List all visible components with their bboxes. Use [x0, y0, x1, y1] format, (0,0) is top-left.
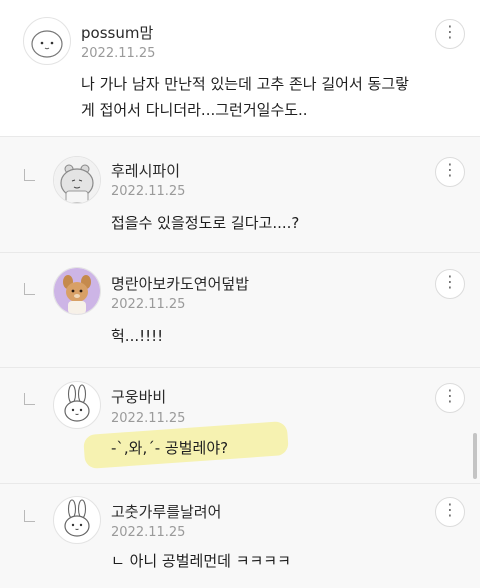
hippo-avatar-icon — [54, 157, 100, 203]
comment-nickname[interactable]: 구웅바비 — [111, 386, 166, 407]
more-options-icon: ⋮ — [442, 272, 458, 291]
reply-indicator-icon — [24, 510, 35, 522]
avatar[interactable] — [53, 156, 101, 204]
avatar[interactable] — [53, 381, 101, 429]
avatar[interactable] — [23, 17, 71, 65]
more-options-icon: ⋮ — [442, 500, 458, 519]
more-options-icon: ⋮ — [442, 22, 458, 41]
more-options-button[interactable]: ⋮ — [435, 157, 465, 187]
comment-text: 접을수 있을정도로 길다고....? — [111, 214, 300, 232]
more-options-icon: ⋮ — [442, 160, 458, 179]
more-options-button[interactable]: ⋮ — [435, 383, 465, 413]
comment-date: 2022.11.25 — [111, 525, 186, 540]
round-face-avatar-icon — [31, 30, 63, 58]
bunny-avatar-icon — [64, 384, 90, 422]
comment-nickname[interactable]: possum맘 — [81, 22, 153, 43]
more-options-button[interactable]: ⋮ — [435, 19, 465, 49]
more-options-button[interactable]: ⋮ — [435, 269, 465, 299]
avatar[interactable] — [53, 496, 101, 544]
scrollbar[interactable] — [473, 433, 477, 479]
comment-text: ㄴ 아니 공벌레먼데 ㅋㅋㅋㅋ — [111, 552, 291, 570]
more-options-button[interactable]: ⋮ — [435, 497, 465, 527]
reply-item: 명란아보카도연어덮밥 2022.11.25 헉...!!!! ⋮ — [0, 253, 480, 367]
comment-item: possum맘 2022.11.25 나 가나 남자 만난적 있는데 고추 존나… — [0, 0, 480, 136]
comment-text: 나 가나 남자 만난적 있는데 고추 존나 길어서 동그랗 — [81, 75, 409, 93]
more-options-icon: ⋮ — [442, 386, 458, 405]
reply-item: 후레시파이 2022.11.25 접을수 있을정도로 길다고....? ⋮ — [0, 137, 480, 252]
comment-nickname[interactable]: 명란아보카도연어덮밥 — [111, 273, 249, 294]
comment-nickname[interactable]: 후레시파이 — [111, 160, 180, 181]
fawn-avatar-icon — [54, 268, 100, 314]
comment-text: 게 접어서 다니더라...그런거일수도.. — [81, 101, 308, 119]
reply-indicator-icon — [24, 393, 35, 405]
comment-date: 2022.11.25 — [111, 184, 186, 199]
avatar[interactable] — [53, 267, 101, 315]
comment-date: 2022.11.25 — [111, 411, 186, 426]
reply-indicator-icon — [24, 169, 35, 181]
reply-indicator-icon — [24, 283, 35, 295]
comment-date: 2022.11.25 — [81, 46, 156, 61]
reply-item: 고춧가루를날려어 2022.11.25 ㄴ 아니 공벌레먼데 ㅋㅋㅋㅋ ⋮ — [0, 484, 480, 588]
comment-date: 2022.11.25 — [111, 297, 186, 312]
bunny-avatar-icon — [64, 499, 90, 537]
comment-nickname[interactable]: 고춧가루를날려어 — [111, 501, 221, 522]
comment-text: 헉...!!!! — [111, 327, 164, 345]
comment-text: -`,와,´- 공벌레야? — [111, 439, 229, 457]
